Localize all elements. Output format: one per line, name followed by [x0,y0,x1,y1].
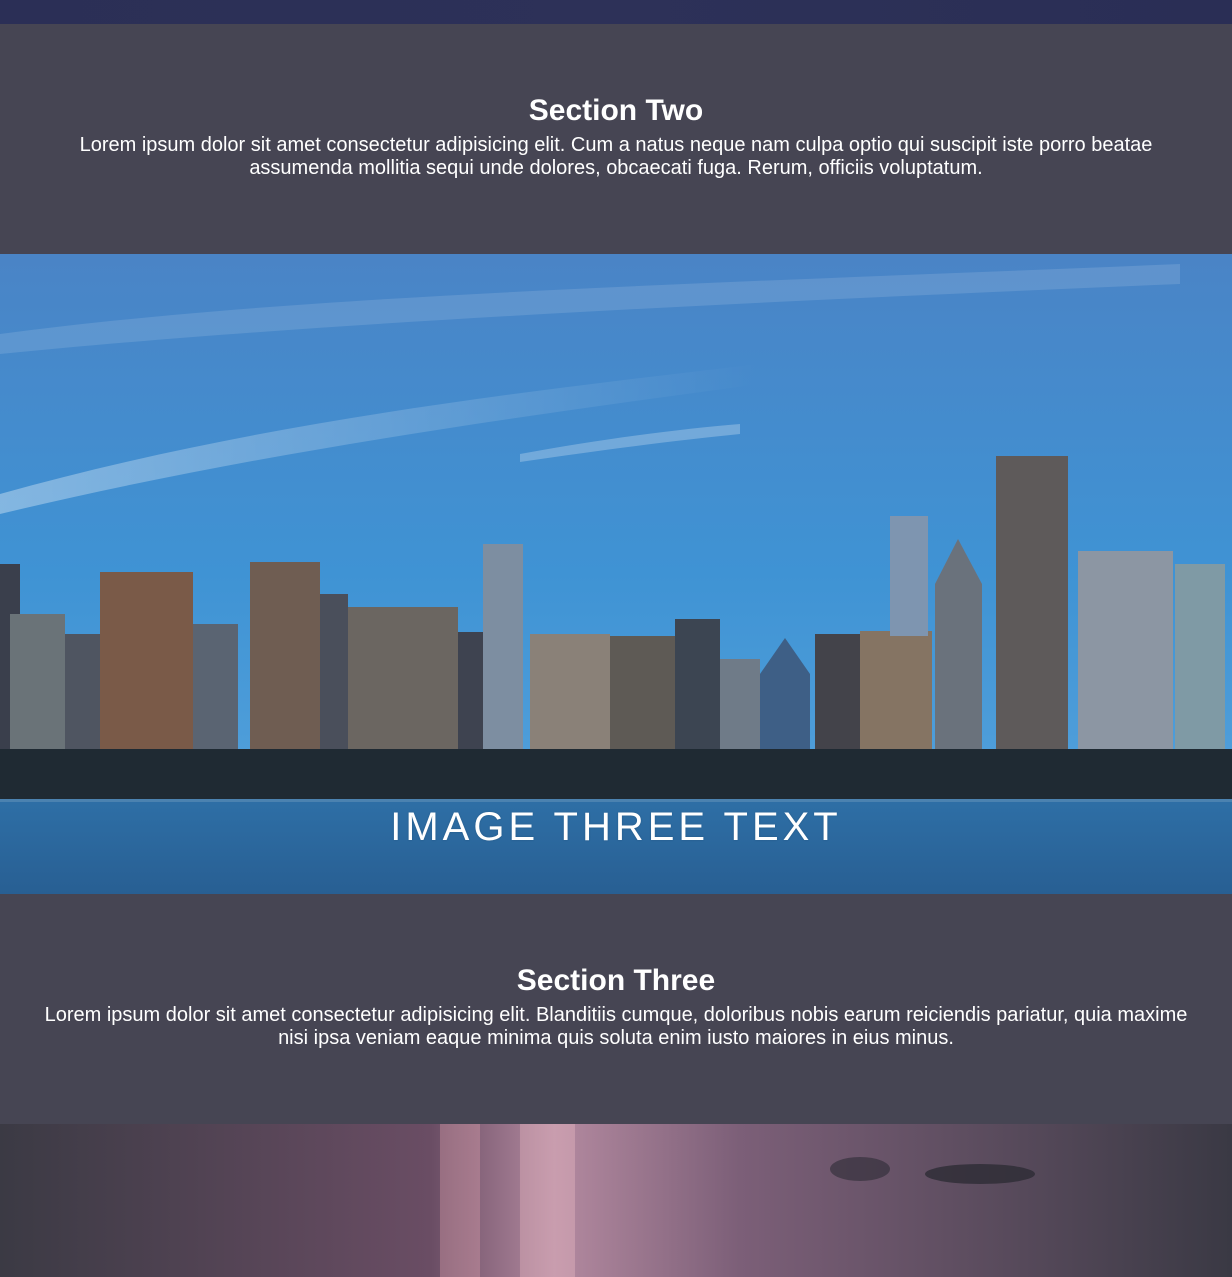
parallax-image-three: IMAGE THREE TEXT [0,254,1232,894]
section-three-heading: Section Three [516,964,716,997]
image-three-caption: IMAGE THREE TEXT [390,805,842,849]
section-two-heading: Section Two [528,94,704,127]
section-two-body: Lorem ipsum dolor sit amet consectetur a… [79,134,1153,179]
section-three: Section Three Lorem ipsum dolor sit amet… [0,894,1232,1124]
city-skyline-image [0,254,1232,894]
wet-road-image [0,1124,1232,1277]
top-navbar-strip [0,0,1232,24]
section-three-body: Lorem ipsum dolor sit amet consectetur a… [44,1004,1188,1049]
section-two: Section Two Lorem ipsum dolor sit amet c… [0,24,1232,254]
parallax-image-four [0,1124,1232,1277]
